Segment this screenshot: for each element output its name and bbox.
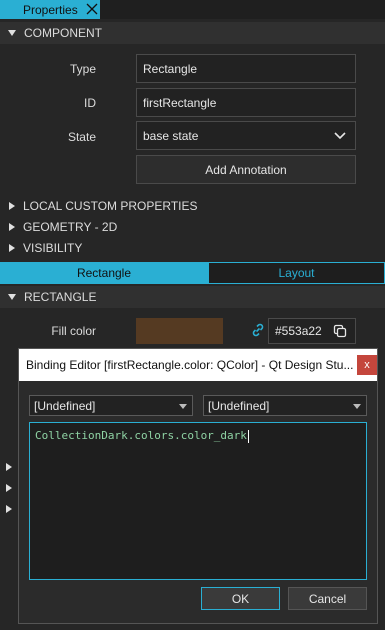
fill-color-hex-field[interactable]: #553a22 (268, 318, 356, 344)
id-value: firstRectangle (143, 95, 217, 110)
section-rectangle[interactable]: RECTANGLE (0, 286, 385, 308)
binding-source-combo[interactable]: [Undefined] (29, 395, 193, 416)
section-rectangle-label: RECTANGLE (24, 290, 97, 304)
binding-expression-text: CollectionDark.colors.color_dark (35, 429, 247, 442)
expand-right-icon (9, 244, 15, 252)
section-component[interactable]: COMPONENT (0, 22, 385, 44)
text-caret (247, 429, 249, 443)
type-value: Rectangle (143, 61, 198, 76)
cancel-button[interactable]: Cancel (288, 587, 367, 610)
expand-right-icon (9, 223, 15, 231)
section-geometry[interactable]: GEOMETRY - 2D (0, 216, 385, 238)
link-icon[interactable] (250, 322, 266, 338)
fill-color-swatch[interactable] (136, 318, 223, 344)
dropdown-arrow-icon (179, 404, 187, 409)
expand-right-icon[interactable] (6, 463, 12, 471)
section-visibility-label: VISIBILITY (23, 241, 83, 255)
tab-properties[interactable]: Properties (0, 0, 100, 19)
state-select[interactable]: base state (136, 121, 356, 150)
type-label: Type (69, 62, 96, 76)
chevron-down-icon (334, 132, 346, 140)
dialog-title-bar[interactable]: Binding Editor [firstRectangle.color: QC… (19, 349, 377, 381)
section-local-custom-properties[interactable]: LOCAL CUSTOM PROPERTIES (0, 195, 385, 217)
add-annotation-button[interactable]: Add Annotation (136, 155, 356, 184)
expand-right-icon[interactable] (6, 484, 12, 492)
expand-right-icon[interactable] (6, 505, 12, 513)
ok-button[interactable]: OK (201, 587, 280, 610)
expand-right-icon (9, 202, 15, 210)
dialog-close-button[interactable]: x (357, 355, 377, 375)
state-value: base state (143, 128, 199, 143)
dropdown-arrow-icon (353, 404, 361, 409)
binding-editor-dialog: Binding Editor [firstRectangle.color: QC… (18, 348, 378, 624)
binding-source-value: [Undefined] (34, 398, 96, 413)
tab-bar: Properties (0, 0, 385, 19)
section-component-label: COMPONENT (24, 26, 102, 40)
tab-rectangle[interactable]: Rectangle (0, 262, 208, 284)
id-label: ID (84, 96, 96, 110)
tab-properties-label: Properties (23, 2, 78, 17)
fill-color-hex-value: #553a22 (275, 324, 322, 338)
copy-icon[interactable] (333, 324, 347, 338)
section-geometry-label: GEOMETRY - 2D (23, 220, 118, 234)
section-visibility[interactable]: VISIBILITY (0, 237, 385, 259)
binding-property-value: [Undefined] (208, 398, 270, 413)
type-field[interactable]: Rectangle (136, 54, 356, 83)
binding-expression-editor[interactable]: CollectionDark.colors.color_dark (29, 422, 367, 580)
state-label: State (67, 130, 96, 144)
tab-layout[interactable]: Layout (208, 262, 385, 284)
expand-down-icon (8, 294, 16, 300)
id-field[interactable]: firstRectangle (136, 88, 356, 117)
section-local-custom-label: LOCAL CUSTOM PROPERTIES (23, 199, 198, 213)
fill-color-label: Fill color (51, 324, 96, 338)
dialog-title: Binding Editor [firstRectangle.color: QC… (26, 358, 354, 372)
close-icon[interactable] (84, 1, 100, 17)
binding-property-combo[interactable]: [Undefined] (203, 395, 367, 416)
expand-down-icon (8, 30, 16, 36)
